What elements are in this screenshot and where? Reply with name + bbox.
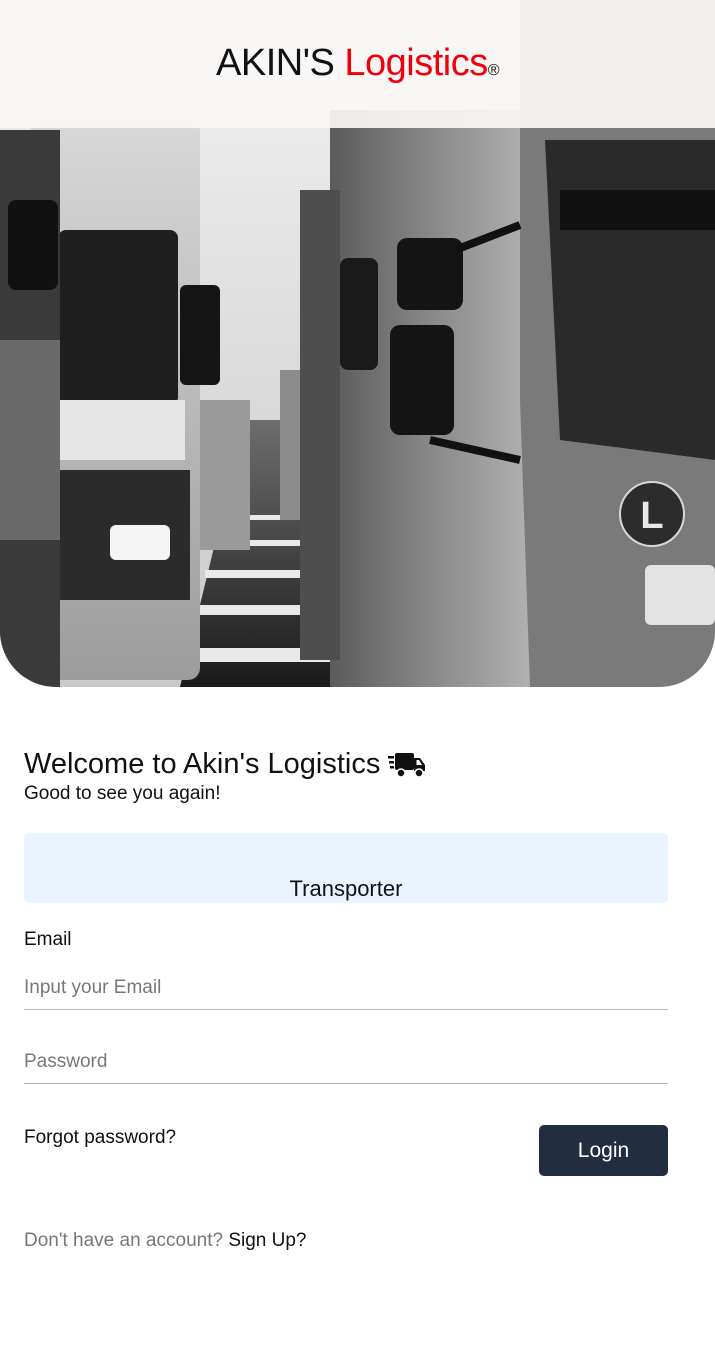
role-tab-transporter[interactable]: Transporter: [24, 875, 668, 903]
truck-emblem: L: [640, 495, 663, 537]
brand-name-primary: AKIN'S: [216, 42, 345, 84]
email-field[interactable]: [24, 966, 668, 1010]
welcome-subtitle: Good to see you again!: [24, 783, 221, 804]
brand-header: AKIN'S Logistics®: [0, 0, 715, 128]
shipping-fast-truck-icon: [388, 752, 426, 778]
welcome-title-text: Welcome to Akin's Logistics: [24, 748, 381, 780]
hero-banner: L AKIN'S Logistics®: [0, 0, 715, 687]
password-field[interactable]: [24, 1040, 668, 1084]
registered-mark: ®: [487, 62, 500, 79]
role-selector[interactable]: Transporter: [24, 833, 668, 903]
login-button[interactable]: Login: [539, 1125, 668, 1176]
signup-row: Don't have an account? Sign Up?: [24, 1230, 307, 1252]
brand-logo: AKIN'S Logistics®: [0, 42, 715, 85]
welcome-section: Welcome to Akin's Logistics Good to see …: [24, 748, 426, 805]
email-label: Email: [24, 929, 72, 950]
brand-name-accent: Logistics: [344, 42, 488, 84]
welcome-title: Welcome to Akin's Logistics: [24, 748, 426, 781]
signup-prompt: Don't have an account?: [24, 1230, 224, 1251]
signup-link[interactable]: Sign Up?: [228, 1230, 306, 1251]
forgot-password-link[interactable]: Forgot password?: [24, 1127, 176, 1149]
